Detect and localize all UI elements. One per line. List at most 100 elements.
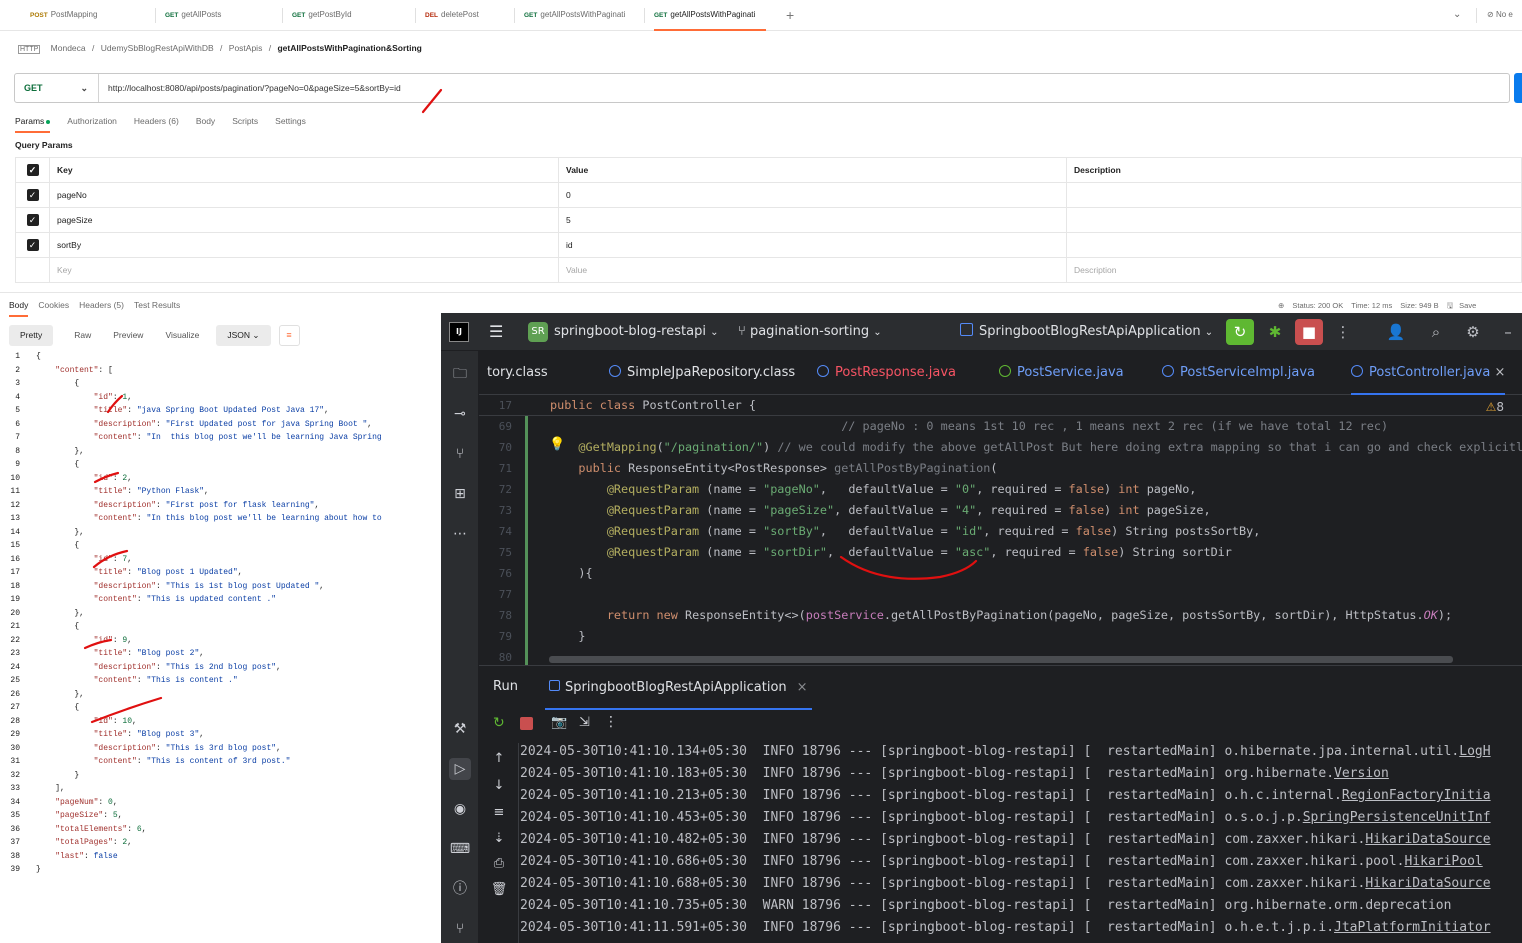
chevron-down-icon[interactable]: ⌄ — [1453, 0, 1461, 31]
editor-tab[interactable]: PostService.java — [999, 351, 1124, 395]
key-placeholder[interactable]: Key — [49, 257, 559, 283]
format-pretty[interactable]: Pretty — [9, 325, 54, 346]
services-icon[interactable]: ◉ — [449, 798, 471, 820]
param-checkbox[interactable]: ✓ — [26, 189, 39, 201]
response-time[interactable]: Time: 12 ms — [1351, 301, 1392, 310]
trash-icon[interactable]: 🗑 — [490, 882, 508, 897]
console-output[interactable]: 2024-05-30T10:41:10.134+05:30 INFO 18796… — [520, 741, 1522, 943]
request-tab-authorization[interactable]: Authorization — [67, 116, 117, 131]
commit-icon[interactable]: ⊸ — [449, 403, 471, 425]
method-select[interactable]: GET ⌄ — [15, 74, 99, 102]
run-config-selector[interactable]: SpringbootBlogRestApiApplication ⌄ — [960, 321, 1213, 343]
request-tab[interactable]: GET getAllPostsWithPaginati — [654, 0, 766, 31]
description-placeholder[interactable]: Description — [1066, 257, 1522, 283]
close-icon[interactable]: × — [797, 680, 808, 695]
restore-layout-icon[interactable]: ⇲ — [579, 715, 590, 730]
environment-selector[interactable]: ⊘ No e — [1487, 0, 1513, 31]
request-tab[interactable]: POST PostMapping — [30, 0, 140, 31]
select-all-checkbox[interactable]: ✓ — [26, 164, 39, 176]
response-json-viewer[interactable]: 1{2 "content": [3 {4 "id": 1, 5 "title": … — [0, 350, 442, 943]
editor-tab[interactable]: SimpleJpaRepository.class — [609, 351, 795, 395]
more-icon[interactable]: ⋮ — [604, 714, 618, 730]
print-icon[interactable]: ⎙ — [490, 856, 508, 871]
response-tab-headers[interactable]: Headers (5) — [79, 300, 124, 315]
add-user-icon[interactable]: 👤 — [1382, 319, 1410, 345]
rerun-icon[interactable]: ↻ — [493, 715, 505, 731]
status-code[interactable]: Status: 200 OK — [1292, 301, 1343, 310]
run-tab[interactable]: SpringbootBlogRestApiApplication × — [545, 666, 812, 710]
search-icon[interactable]: ⌕ — [1422, 319, 1450, 345]
editor-tab[interactable]: PostServiceImpl.java — [1162, 351, 1315, 395]
response-tab-cookies[interactable]: Cookies — [38, 300, 69, 315]
settings-gear-icon[interactable]: ⚙ — [1459, 319, 1487, 345]
request-tab-params[interactable]: Params — [15, 116, 51, 133]
editor-tab[interactable]: tory.class — [487, 351, 548, 395]
param-value[interactable]: id — [558, 232, 1067, 258]
editor-tab[interactable]: PostResponse.java — [817, 351, 956, 395]
param-checkbox[interactable]: ✓ — [26, 239, 39, 251]
terminal-icon[interactable]: ⌨ — [449, 838, 471, 860]
debug-icon[interactable]: ✱ — [1261, 319, 1289, 345]
editor-tab[interactable]: PostController.java × — [1351, 351, 1506, 395]
more-icon[interactable]: ⋮ — [1329, 319, 1357, 345]
format-raw[interactable]: Raw — [63, 325, 102, 346]
branch-selector[interactable]: ⑂ pagination-sorting ⌄ — [738, 321, 882, 343]
breadcrumb-item[interactable]: UdemySbBlogRestApiWithDB — [101, 43, 214, 53]
param-value[interactable]: 0 — [558, 182, 1067, 208]
param-value[interactable]: 5 — [558, 207, 1067, 233]
problems-icon[interactable]: ⓘ — [449, 878, 471, 900]
main-menu-icon[interactable]: ☰ — [489, 321, 503, 343]
horizontal-scrollbar[interactable] — [549, 656, 1453, 663]
param-key[interactable]: pageSize — [49, 207, 559, 233]
wrap-lines-icon[interactable]: ≡ — [278, 325, 300, 346]
param-checkbox[interactable]: ✓ — [26, 214, 39, 226]
request-tab-headers[interactable]: Headers (6) — [134, 116, 179, 131]
request-name[interactable]: getAllPostsWithPagination&Sorting — [277, 43, 421, 53]
format-visualize[interactable]: Visualize — [154, 325, 210, 346]
url-input[interactable]: http://localhost:8080/api/posts/paginati… — [108, 74, 401, 102]
stop-icon[interactable] — [520, 717, 533, 730]
request-tab[interactable]: DEL deletePost — [425, 0, 515, 31]
request-tab-settings[interactable]: Settings — [275, 116, 306, 131]
soft-wrap-icon[interactable]: ≡ — [490, 805, 508, 820]
breadcrumb-item[interactable]: PostApis — [229, 43, 263, 53]
run-tool-icon[interactable]: ▷ — [449, 758, 471, 780]
pull-requests-icon[interactable]: ⑂ — [449, 443, 471, 465]
arrow-down-icon[interactable]: ↓ — [490, 778, 508, 793]
add-tab-button[interactable]: + — [786, 0, 794, 31]
param-key[interactable]: sortBy — [49, 232, 559, 258]
project-folder-icon[interactable]: 🗀 — [449, 363, 471, 385]
stop-icon[interactable]: ■ — [1295, 319, 1323, 345]
project-selector[interactable]: SR springboot-blog-restapi ⌄ — [528, 321, 718, 343]
build-hammer-icon[interactable]: ⚒ — [449, 718, 471, 740]
response-size[interactable]: Size: 949 B — [1400, 301, 1438, 310]
param-description[interactable] — [1066, 182, 1522, 208]
close-icon[interactable]: × — [1490, 365, 1505, 380]
response-tab-body[interactable]: Body — [9, 300, 29, 317]
scroll-to-end-icon[interactable]: ⇣ — [490, 831, 508, 846]
format-type-select[interactable]: JSON ⌄ — [216, 325, 271, 346]
request-tab[interactable]: GET getAllPostsWithPaginati — [524, 0, 644, 31]
breadcrumb-item[interactable]: Mondeca — [51, 43, 86, 53]
warnings-indicator[interactable]: ⚠8 — [1486, 400, 1504, 414]
rerun-icon[interactable]: ↻ — [1226, 319, 1254, 345]
lightbulb-icon[interactable]: 💡 — [549, 437, 565, 452]
minimize-icon[interactable]: – — [1494, 319, 1522, 345]
structure-icon[interactable]: ⊞ — [449, 483, 471, 505]
format-preview[interactable]: Preview — [102, 325, 154, 346]
request-tab-scripts[interactable]: Scripts — [232, 116, 258, 131]
request-tab[interactable]: GET getPostById — [292, 0, 402, 31]
arrow-up-icon[interactable]: ↑ — [490, 751, 508, 766]
version-control-icon[interactable]: ⑂ — [449, 918, 471, 940]
param-description[interactable] — [1066, 207, 1522, 233]
screenshot-camera-icon[interactable]: 📷 — [551, 715, 567, 730]
code-editor[interactable]: 17 public class PostController {69 // pag… — [479, 395, 1522, 665]
more-tools-icon[interactable]: ⋯ — [449, 523, 471, 545]
value-placeholder[interactable]: Value — [558, 257, 1067, 283]
request-tab-body[interactable]: Body — [196, 116, 215, 131]
param-description[interactable] — [1066, 232, 1522, 258]
param-key[interactable]: pageNo — [49, 182, 559, 208]
response-tab-test[interactable]: Test Results — [134, 300, 180, 315]
request-tab[interactable]: GET getAllPosts — [165, 0, 275, 31]
send-button[interactable] — [1514, 73, 1522, 103]
